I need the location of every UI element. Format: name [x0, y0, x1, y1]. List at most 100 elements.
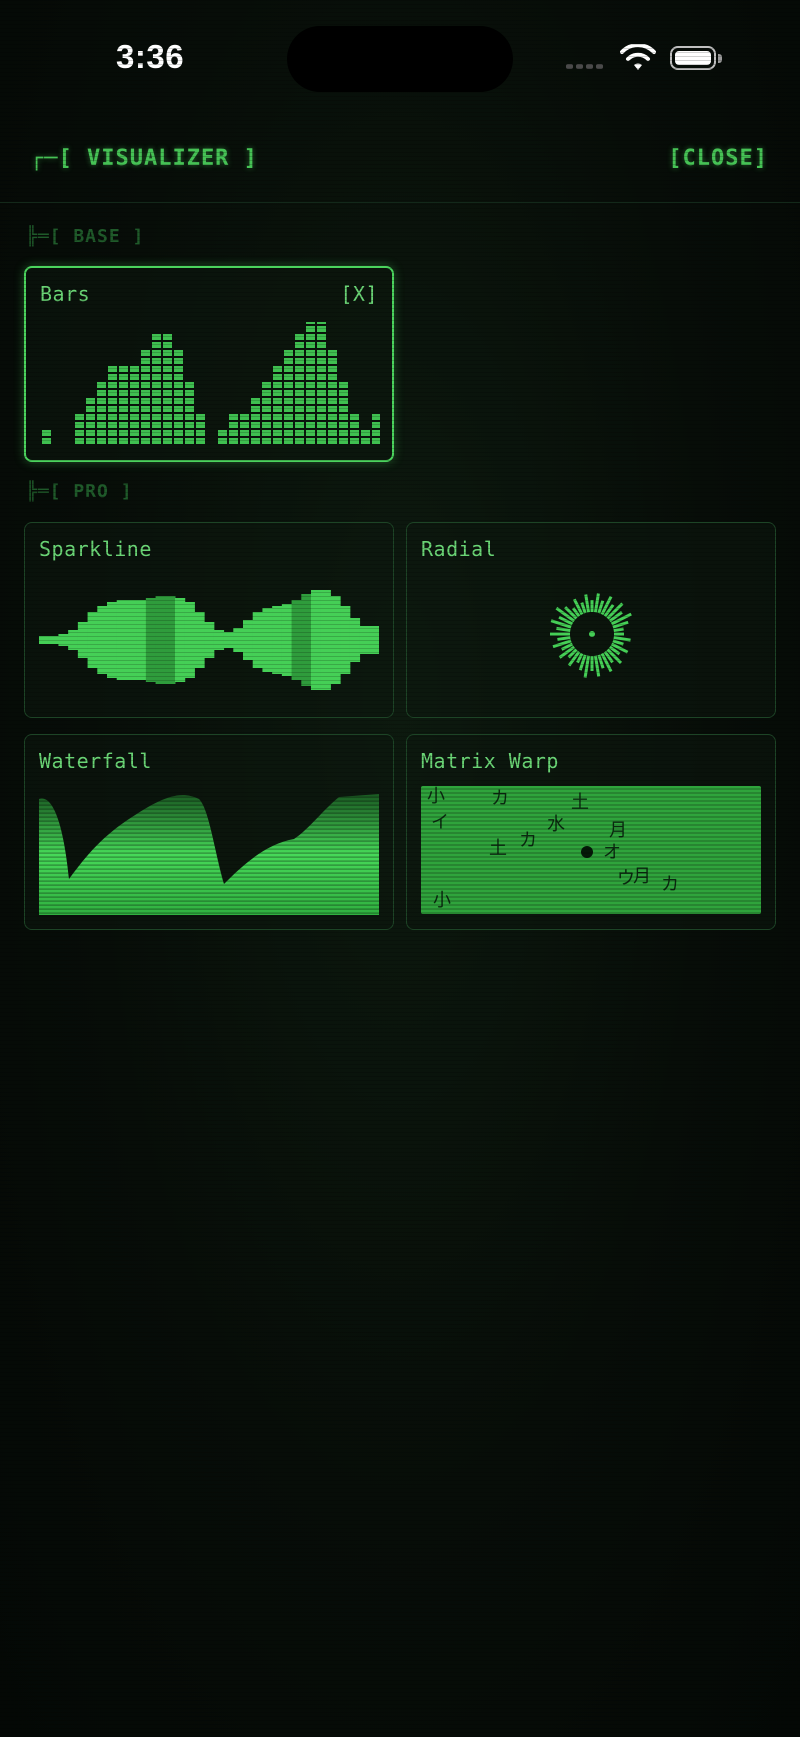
bar-segment	[273, 406, 282, 412]
sparkline-step	[145, 598, 157, 682]
bar-segment	[97, 382, 106, 388]
bar-segment	[119, 422, 128, 428]
sparkline-step	[330, 596, 341, 684]
bar-segment	[339, 398, 348, 404]
bar-segment	[196, 438, 205, 444]
sparkline-step	[262, 608, 273, 672]
bar-segment	[273, 374, 282, 380]
bar-segment	[152, 358, 161, 364]
bar-segment	[317, 366, 326, 372]
bar-segment	[262, 414, 271, 420]
matrix-glyph: 月	[609, 820, 627, 841]
bar-segment	[152, 438, 161, 444]
radial-tick	[583, 655, 591, 678]
bar-segment	[163, 438, 172, 444]
radial-tick	[612, 639, 624, 646]
radial-tick	[556, 626, 571, 633]
status-bar: 3:36	[0, 0, 800, 110]
bar-segment	[75, 430, 84, 436]
bar-segment	[108, 390, 117, 396]
bar-segment	[262, 430, 271, 436]
sparkline-step	[77, 622, 89, 658]
bar-segment	[152, 406, 161, 412]
bar-segment	[108, 438, 117, 444]
bar-segment	[130, 422, 139, 428]
bar-segment	[141, 350, 150, 356]
bar-segment	[317, 322, 326, 324]
bar-segment	[130, 366, 139, 372]
matrix-glyph: イ	[431, 812, 449, 833]
bar-segment	[339, 390, 348, 396]
bar-segment	[152, 342, 161, 348]
radial-tick	[593, 655, 601, 677]
bar-segment	[130, 414, 139, 420]
sparkline-step	[39, 636, 50, 644]
deselect-button[interactable]: [X]	[340, 282, 378, 306]
bar-segment	[119, 382, 128, 388]
bar-segment	[295, 390, 304, 396]
bar-segment	[86, 438, 95, 444]
bar-segment	[284, 366, 293, 372]
bar-segment	[251, 414, 260, 420]
bar-segment	[262, 398, 271, 404]
bar-segment	[86, 398, 95, 404]
bar-segment	[163, 422, 172, 428]
bar-segment	[152, 414, 161, 420]
viz-card-bars[interactable]: Bars [X]	[24, 266, 394, 462]
sparkline-step	[272, 606, 283, 674]
bar-segment	[229, 422, 238, 428]
bar-segment	[273, 398, 282, 404]
bar-segment	[119, 406, 128, 412]
matrix-glyph: ウ	[617, 868, 635, 889]
dynamic-island	[287, 26, 513, 92]
wifi-icon	[620, 44, 656, 70]
sparkline-step	[184, 602, 195, 678]
bar-segment	[317, 390, 326, 396]
bar-segment	[306, 342, 315, 348]
bar-segment	[295, 342, 304, 348]
bar-segment	[317, 430, 326, 436]
sparkline-step	[58, 634, 69, 646]
bar-segment	[163, 358, 172, 364]
bar-segment	[295, 422, 304, 428]
bar-segment	[163, 374, 172, 380]
bar-segment	[295, 438, 304, 444]
bar-segment	[317, 374, 326, 380]
bar-segment	[163, 334, 172, 340]
sparkline-step	[223, 632, 234, 648]
bar-segment	[306, 334, 315, 340]
bar-segment	[273, 438, 282, 444]
viz-card-waterfall[interactable]: Waterfall	[24, 734, 394, 930]
bar-segment	[75, 438, 84, 444]
bar-segment	[130, 438, 139, 444]
viz-card-sparkline[interactable]: Sparkline	[24, 522, 394, 718]
matrix-glyph: 土	[489, 838, 507, 859]
bar-segment	[196, 414, 205, 420]
bar-segment	[262, 406, 271, 412]
bar-segment	[240, 422, 249, 428]
bar-segment	[174, 374, 183, 380]
bar-segment	[284, 390, 293, 396]
bar-segment	[141, 406, 150, 412]
section-base-label: ╠═[ BASE ]	[26, 226, 145, 247]
bar-segment	[295, 430, 304, 436]
bar-segment	[284, 438, 293, 444]
bar-segment	[152, 374, 161, 380]
bar-segment	[339, 414, 348, 420]
close-button[interactable]: [CLOSE]	[668, 146, 768, 171]
bar-segment	[306, 358, 315, 364]
bar-segment	[174, 398, 183, 404]
bar-segment	[295, 366, 304, 372]
bar-segment	[262, 438, 271, 444]
sparkline-step	[126, 600, 137, 680]
bar-segment	[262, 390, 271, 396]
radial-tick	[584, 594, 591, 613]
bar-segment	[350, 422, 359, 428]
sparkline-step	[165, 596, 176, 684]
bar-segment	[317, 334, 326, 340]
matrix-glyph: 月	[633, 866, 651, 887]
sparkline-step	[68, 630, 79, 650]
bar-segment	[350, 438, 359, 444]
bar-segment	[284, 358, 293, 364]
viz-card-radial[interactable]: Radial	[406, 522, 776, 718]
